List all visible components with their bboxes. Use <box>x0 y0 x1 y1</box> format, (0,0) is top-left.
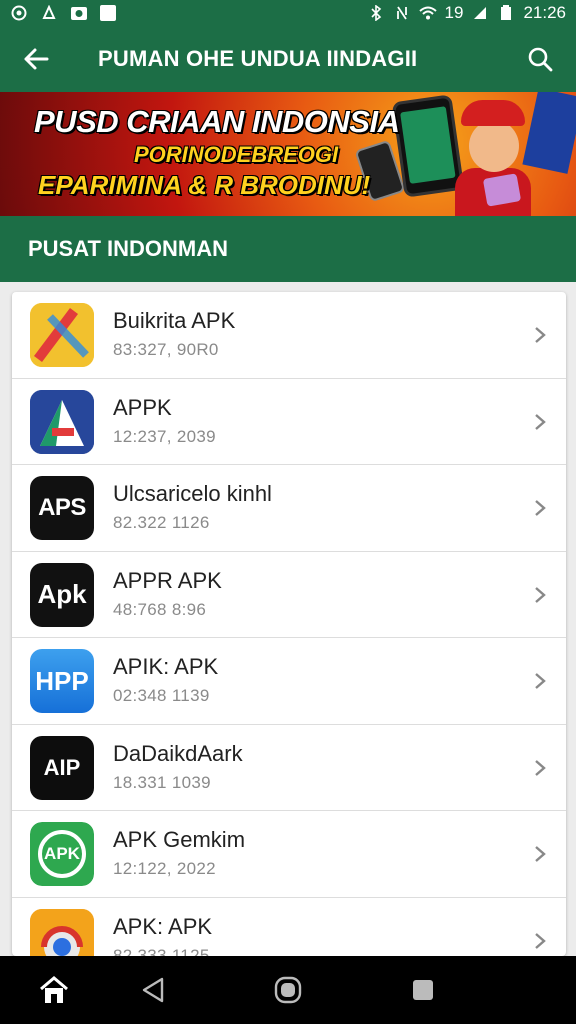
recents-button[interactable] <box>406 974 440 1006</box>
chevron-right-icon <box>535 500 546 516</box>
section-title: PUSAT INDONMAN <box>28 236 229 261</box>
app-meta: 12:122, 2022 <box>113 859 216 878</box>
status-right-icons: 19 21:26 <box>367 3 566 23</box>
chevron-right-icon <box>535 932 546 949</box>
camera-icon <box>70 5 88 21</box>
app-meta: 83:327, 90R0 <box>113 340 219 359</box>
back-triangle-icon <box>142 977 164 1003</box>
chevron-right-icon <box>535 846 546 862</box>
section-header: PUSAT INDONMAN <box>0 216 576 282</box>
chrome-logo-icon <box>30 908 94 956</box>
chevron-right-icon <box>535 759 546 776</box>
app-name: APK: APK <box>113 913 213 939</box>
app-meta: 82 333 1125 <box>113 945 210 957</box>
home-button[interactable] <box>37 974 71 1006</box>
app-name: APPR APK <box>113 567 222 593</box>
status-bar: 19 21:26 <box>0 0 576 26</box>
list-item[interactable]: APS Ulcsaricelo kinhl 82.322 1126 <box>12 465 566 552</box>
green-apk-logo-icon: APK <box>30 822 94 886</box>
app-name: Ulcsaricelo kinhl <box>113 481 272 506</box>
message-icon <box>100 5 116 21</box>
app-meta: 82.322 1126 <box>113 513 210 532</box>
chevron-right-icon <box>535 413 546 430</box>
home-circle-button[interactable] <box>271 974 305 1006</box>
status-left-icons <box>10 5 116 21</box>
home-icon <box>40 976 68 1003</box>
app-meta: 18.331 1039 <box>113 772 211 792</box>
aps-logo-icon: APS <box>30 476 94 540</box>
list-item[interactable]: AIP DaDaikdAark 18.331 1039 <box>12 725 566 811</box>
arrow-left-icon <box>24 48 49 70</box>
list-item[interactable]: APK APK Gemkim 12:122, 2022 <box>12 811 566 898</box>
banner-phone <box>391 94 465 198</box>
app-name: APIK: APK <box>113 654 219 679</box>
signal-icon <box>471 5 489 21</box>
list-item[interactable]: HPP APIK: APK 02:348 1139 <box>12 638 566 725</box>
app-name: DaDaikdAark <box>113 740 243 766</box>
app-meta: 12:237, 2039 <box>113 426 216 446</box>
app-meta: 02:348 1139 <box>113 686 210 705</box>
notification-icon <box>40 5 58 21</box>
app-name: APK Gemkim <box>113 827 246 852</box>
yellow-x-logo-icon <box>30 303 94 367</box>
app-bar: PUMAN OHE UNDUA IINDAGII <box>0 26 576 92</box>
list-item[interactable]: APPK 12:237, 2039 <box>12 379 566 465</box>
search-icon <box>528 47 553 72</box>
bluetooth-icon <box>367 5 385 21</box>
page-title: PUMAN OHE UNDUA IINDAGII <box>98 46 418 71</box>
app-meta: 48:768 8:96 <box>113 599 207 619</box>
promo-banner[interactable]: PUSD CRIAAN INDONSIA PORINODEBREOGI EPAR… <box>0 92 576 216</box>
blue-a-logo-icon <box>30 389 94 454</box>
chevron-right-icon <box>535 327 546 343</box>
list-item[interactable]: Buikrita APK 83:327, 90R0 <box>12 292 566 379</box>
chevron-right-icon <box>535 586 546 603</box>
banner-tagline: EPARIMINA & R BRODINU! <box>38 170 371 200</box>
list-item[interactable]: APK: APK 82 333 1125 <box>12 898 566 957</box>
whatsapp-icon <box>10 5 28 21</box>
back-nav-button[interactable] <box>136 974 170 1006</box>
chevron-right-icon <box>535 673 546 689</box>
mute-icon <box>393 5 411 21</box>
recents-square-icon <box>413 980 433 1000</box>
home-circle-icon <box>274 976 302 1004</box>
signal-text: 19 <box>444 3 464 22</box>
aip-logo-icon: AIP <box>30 735 94 800</box>
system-nav-bar <box>0 956 576 1024</box>
battery-icon <box>497 5 515 21</box>
app-name: APPK <box>113 394 172 420</box>
banner-subline: PORINODEBREOGI <box>134 142 339 167</box>
list-item[interactable]: Apk APPR APK 48:768 8:96 <box>12 552 566 638</box>
green-apk-logo-text: APK <box>44 844 80 863</box>
hpp-logo-icon: HPP <box>30 649 94 713</box>
app-name: Buikrita APK <box>113 308 236 333</box>
back-button[interactable] <box>16 39 56 79</box>
banner-headline: PUSD CRIAAN INDONSIA <box>34 104 400 139</box>
app-list: Buikrita APK 83:327, 90R0 APPK 12:237, 2… <box>12 292 566 956</box>
search-button[interactable] <box>520 39 560 79</box>
status-time: 21:26 <box>523 3 566 22</box>
wifi-icon <box>418 5 437 21</box>
apk-logo-icon: Apk <box>30 562 94 627</box>
banner-mascot <box>455 98 531 216</box>
